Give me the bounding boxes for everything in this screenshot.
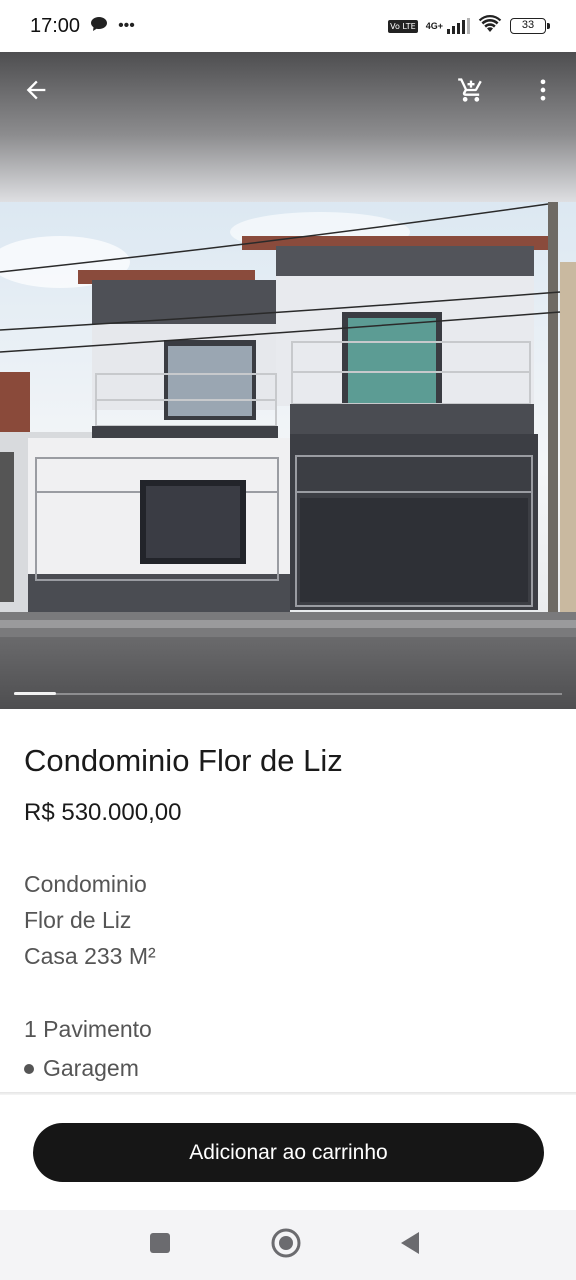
more-options-button[interactable] bbox=[523, 72, 563, 112]
signal-strength-icon bbox=[447, 18, 470, 34]
status-time: 17:00 bbox=[30, 14, 81, 37]
add-to-cart-button[interactable]: Adicionar ao carrinho bbox=[33, 1123, 544, 1182]
description-line: Garagem bbox=[43, 1055, 139, 1081]
product-details: Condominio Flor de Liz R$ 530.000,00 Con… bbox=[0, 709, 576, 1094]
description-line: Condominio bbox=[24, 871, 147, 897]
gallery-bottom-shade bbox=[0, 637, 576, 709]
square-icon bbox=[149, 1232, 171, 1259]
cart-icon bbox=[457, 76, 485, 109]
volte-badge: Vo LTE bbox=[388, 19, 418, 33]
wifi-icon bbox=[478, 14, 502, 38]
chat-bubble-icon bbox=[90, 16, 108, 37]
triangle-back-icon bbox=[398, 1230, 422, 1261]
more-vertical-icon bbox=[529, 76, 557, 109]
description-line: 1 Pavimento bbox=[24, 1016, 152, 1042]
product-price: R$ 530.000,00 bbox=[24, 799, 182, 826]
description-bullet-item: Garagem bbox=[24, 1055, 139, 1082]
product-gallery[interactable] bbox=[0, 52, 576, 709]
arrow-left-icon bbox=[22, 76, 50, 109]
recent-apps-button[interactable] bbox=[144, 1229, 176, 1261]
status-bar: 17:00 ••• Vo LTE 4G+ 33 bbox=[0, 0, 576, 52]
description-line: Flor de Liz bbox=[24, 907, 132, 933]
cart-button[interactable] bbox=[451, 72, 491, 112]
gallery-pager-indicator bbox=[14, 692, 56, 695]
gallery-pager-track bbox=[14, 693, 562, 695]
network-type: 4G+ bbox=[425, 20, 443, 31]
system-nav-bar bbox=[0, 1210, 576, 1280]
divider bbox=[0, 1092, 576, 1095]
back-button[interactable] bbox=[16, 72, 56, 112]
bullet-icon bbox=[24, 1063, 34, 1074]
home-button[interactable] bbox=[270, 1227, 302, 1264]
nav-back-button[interactable] bbox=[394, 1229, 426, 1261]
product-title: Condominio Flor de Liz bbox=[24, 743, 343, 778]
house-photo bbox=[0, 202, 576, 642]
status-more: ••• bbox=[118, 17, 135, 34]
description-line: Casa 233 M² bbox=[24, 943, 156, 969]
battery-indicator: 33 bbox=[510, 18, 550, 34]
circle-icon bbox=[270, 1227, 302, 1264]
